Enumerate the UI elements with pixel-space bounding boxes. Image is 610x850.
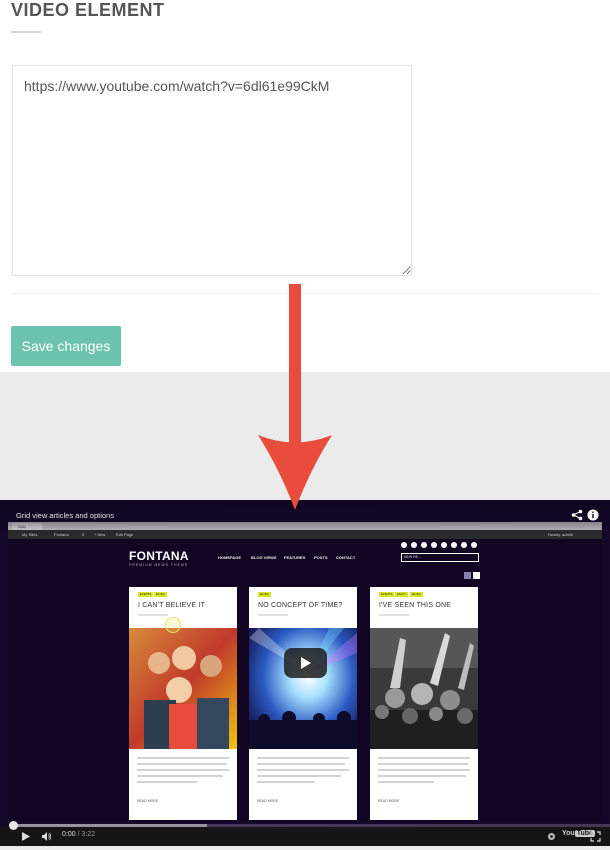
card-excerpt-line xyxy=(378,763,468,765)
bottom-edge xyxy=(0,846,610,850)
card-title: I'VE SEEN THIS ONE xyxy=(379,602,452,609)
card-excerpt-line xyxy=(137,757,229,759)
card-image xyxy=(370,628,478,749)
card-meta xyxy=(379,614,409,616)
card-tag: EVENTS xyxy=(379,592,395,597)
card-tag: EVENTS xyxy=(138,592,154,597)
card-tag: PARTY xyxy=(395,592,409,597)
card-excerpt-line xyxy=(257,775,341,777)
article-card: MUSIC NO CONCEPT OF TIME? READ MORE xyxy=(249,587,357,820)
card-excerpt-line xyxy=(137,763,227,765)
social-icon xyxy=(431,542,437,548)
card-excerpt-line xyxy=(378,757,470,759)
youtube-video-player[interactable]: Grid My Sites Fontana 0 + New Edit Page … xyxy=(0,500,610,846)
mouse-cursor-highlight xyxy=(165,617,181,633)
current-time: 0:00 xyxy=(62,831,76,838)
site-search-text: NEW RE... xyxy=(404,555,421,559)
card-meta xyxy=(258,614,288,616)
card-excerpt-line xyxy=(257,763,345,765)
admin-bar-item: + New xyxy=(94,532,106,537)
site-tagline: PREMIUM NEWS THEME xyxy=(129,563,189,567)
video-title[interactable]: Grid view articles and options xyxy=(16,511,114,520)
scrubber-handle[interactable] xyxy=(9,821,18,830)
info-icon[interactable] xyxy=(587,509,599,521)
card-image xyxy=(129,628,237,749)
save-button[interactable]: Save changes xyxy=(11,326,121,366)
social-icon xyxy=(471,542,477,548)
play-icon xyxy=(301,657,311,669)
card-excerpt-line xyxy=(137,775,223,777)
admin-bar-item: Fontana xyxy=(54,532,69,537)
site-nav-item: POSTS xyxy=(314,555,328,560)
social-icon xyxy=(441,542,447,548)
admin-bar-item: Edit Page xyxy=(116,532,134,537)
duration: / 3:22 xyxy=(77,831,96,838)
social-icon xyxy=(411,542,417,548)
card-readmore: READ MORE xyxy=(257,799,279,803)
list-view-icon xyxy=(473,572,480,579)
social-icon xyxy=(401,542,407,548)
share-icon[interactable] xyxy=(571,509,583,521)
card-tag: MUSIC xyxy=(154,592,168,597)
title-underline xyxy=(11,31,41,33)
card-title: NO CONCEPT OF TIME? xyxy=(258,602,343,609)
card-excerpt-line xyxy=(257,757,349,759)
card-excerpt-line xyxy=(137,769,229,771)
volume-icon[interactable] xyxy=(41,831,52,842)
card-readmore: READ MORE xyxy=(378,799,400,803)
site-nav-item: HOMEPAGE xyxy=(218,555,242,560)
section-title: VIDEO ELEMENT xyxy=(11,0,165,20)
video-url-textarea[interactable] xyxy=(12,65,412,276)
card-meta xyxy=(138,614,168,616)
site-logo: FONTANA xyxy=(129,549,189,563)
card-excerpt-line xyxy=(137,781,197,783)
article-card: EVENTS MUSIC I CAN'T BELIEVE IT READ MOR… xyxy=(129,587,237,820)
admin-bar-item: My Sites xyxy=(22,532,38,537)
arrow-shaft xyxy=(289,284,301,444)
card-excerpt-line xyxy=(378,769,470,771)
time-display: 0:00 / 3:22 xyxy=(62,831,95,838)
card-excerpt-line xyxy=(257,769,349,771)
card-tag: MUSIC xyxy=(410,592,424,597)
grid-view-icon xyxy=(464,572,471,579)
admin-howdy: Howdy, admin xyxy=(548,532,574,537)
arrow-down-icon xyxy=(258,284,332,510)
play-button[interactable] xyxy=(284,648,327,678)
card-tag: MUSIC xyxy=(258,592,272,597)
card-title: I CAN'T BELIEVE IT xyxy=(138,602,206,609)
card-readmore: READ MORE xyxy=(137,799,159,803)
social-icon xyxy=(421,542,427,548)
settings-gear-icon[interactable] xyxy=(546,831,557,842)
site-nav-item: FEATURES xyxy=(284,555,306,560)
card-image xyxy=(249,628,357,749)
admin-bar-item: 0 xyxy=(82,532,85,537)
card-excerpt-line xyxy=(378,781,434,783)
card-excerpt-line xyxy=(378,775,466,777)
article-card: EVENTS PARTY MUSIC I'VE SEEN THIS ONE RE… xyxy=(370,587,478,820)
site-search-box: NEW RE... xyxy=(401,553,479,562)
site-nav-item: CONTACT xyxy=(336,555,356,560)
card-excerpt-line xyxy=(257,781,315,783)
youtube-logo-you: You xyxy=(562,830,575,837)
arrow-head xyxy=(258,435,332,510)
play-control-icon[interactable] xyxy=(20,831,31,842)
social-icon xyxy=(461,542,467,548)
site-nav-item: BLOG VIEWS xyxy=(251,555,277,560)
social-icon xyxy=(451,542,457,548)
fullscreen-icon[interactable] xyxy=(590,831,601,842)
